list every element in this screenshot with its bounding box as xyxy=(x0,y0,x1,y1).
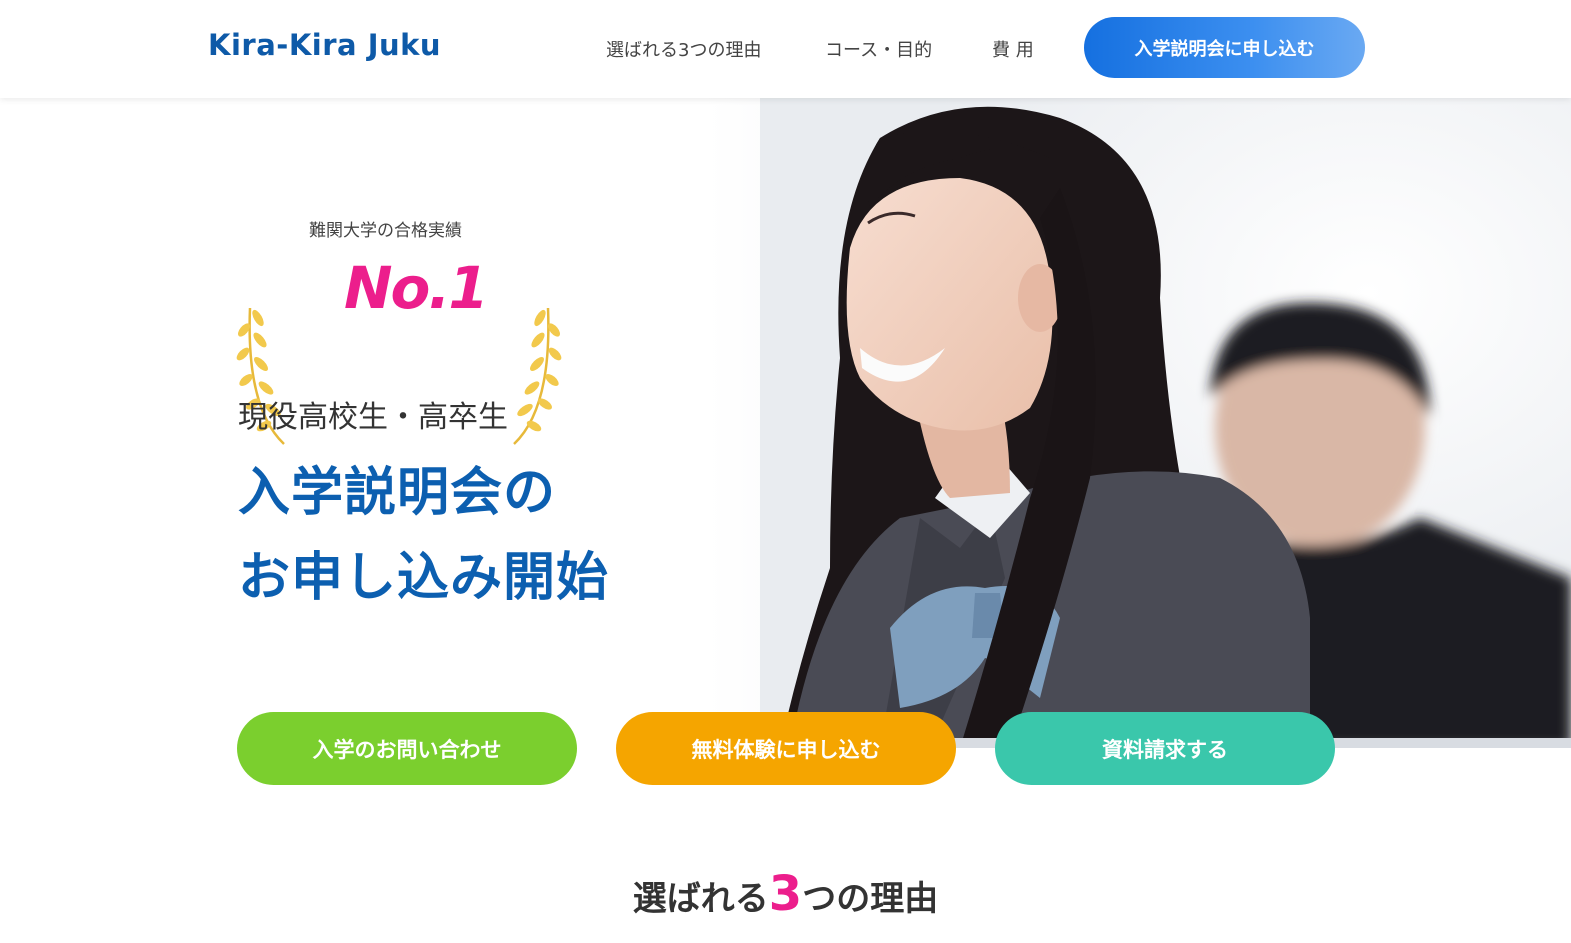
nav-link-fees[interactable]: 費 用 xyxy=(992,36,1034,62)
hero-subtitle: 現役高校生・高卒生 xyxy=(238,400,508,435)
site-header: Kira-Kira Juku 選ばれる3つの理由 コース・目的 費 用 入学説明… xyxy=(0,0,1571,98)
site-logo[interactable]: Kira-Kira Juku xyxy=(208,28,441,62)
request-materials-button[interactable]: 資料請求する xyxy=(995,712,1335,785)
inquiry-button[interactable]: 入学のお問い合わせ xyxy=(237,712,577,785)
nav-link-courses[interactable]: コース・目的 xyxy=(825,36,932,62)
hero-section xyxy=(0,98,1571,748)
laurel-right-icon xyxy=(513,307,562,445)
reasons-section-title: 選ばれる3つの理由 xyxy=(0,866,1571,922)
award-rank: No.1 xyxy=(344,254,489,322)
reasons-title-post: つの理由 xyxy=(802,879,939,919)
award-subtitle: 難関大学の合格実績 xyxy=(309,221,462,241)
hero-title-line1: 入学説明会の xyxy=(238,463,557,523)
free-trial-button[interactable]: 無料体験に申し込む xyxy=(616,712,956,785)
hero-title-line2: お申し込み開始 xyxy=(238,548,610,608)
reasons-title-pre: 選ばれる xyxy=(632,879,769,919)
header-apply-button[interactable]: 入学説明会に申し込む xyxy=(1084,17,1365,78)
nav-link-reasons[interactable]: 選ばれる3つの理由 xyxy=(606,36,761,62)
reasons-title-number: 3 xyxy=(768,866,803,922)
